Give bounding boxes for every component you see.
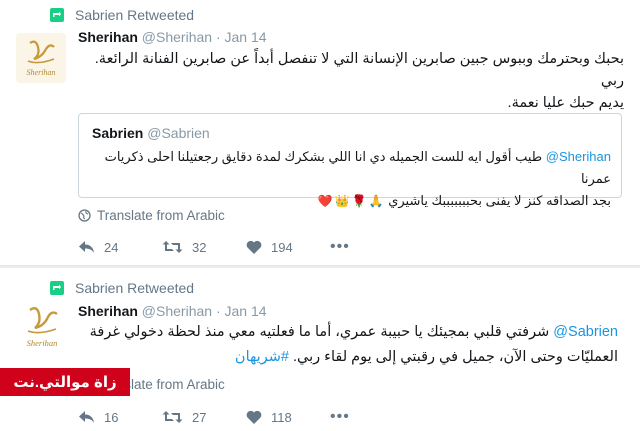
- more-dots-icon: •••: [330, 408, 350, 425]
- tweet-text-line: بحبك وبحترمك وببوس جبين صابرين الإنسانة …: [94, 51, 624, 89]
- more-dots-icon: •••: [330, 238, 350, 255]
- tweet-text-line: يديم حبك عليا نعمة.: [507, 95, 624, 111]
- retweet-context: Sabrien Retweeted: [50, 280, 194, 296]
- tweet-actions: 16 27 118 •••: [78, 408, 354, 426]
- tweet-text-line: العمليّات وحتى الآن، جميل في رقبتي إلى ي…: [292, 349, 618, 365]
- crown-emoji-icon: 👑: [334, 194, 350, 208]
- retweet-label[interactable]: Sabrien Retweeted: [75, 280, 194, 296]
- author-handle[interactable]: @Sherihan: [142, 303, 212, 319]
- quoted-text-line: طيب أقول ايه للست الجميله دي انا اللي بش…: [104, 149, 611, 186]
- reply-count: 24: [104, 239, 119, 255]
- avatar[interactable]: Sherihan: [16, 33, 66, 83]
- reply-button[interactable]: 16: [78, 410, 162, 425]
- reply-icon: [79, 411, 94, 423]
- svg-text:Sherihan: Sherihan: [27, 68, 56, 77]
- tweet-text: بحبك وبحترمك وببوس جبين صابرين الإنسانة …: [78, 48, 624, 114]
- author-handle[interactable]: @Sherihan: [142, 29, 212, 45]
- heart-icon: [246, 410, 262, 424]
- heart-icon: [246, 240, 262, 254]
- reply-icon: [79, 241, 94, 253]
- quoted-author-name: Sabrien: [92, 125, 144, 141]
- pray-emoji-icon: 🙏: [368, 194, 384, 208]
- retweet-badge-icon: [50, 281, 64, 295]
- like-count: 194: [271, 239, 293, 255]
- translate-link[interactable]: Translate from Arabic: [78, 208, 225, 223]
- retweet-count: 32: [192, 239, 207, 255]
- more-button[interactable]: •••: [330, 408, 354, 426]
- retweet-icon: [162, 411, 183, 423]
- mention-link[interactable]: @Sabrien: [553, 324, 618, 340]
- watermark-banner: زاة موالتي.نت: [0, 368, 130, 396]
- quoted-text-line: بجد الصداقه كنز لا يفنى بحبببببببك ياشير…: [388, 193, 611, 208]
- quoted-author-handle: @Sabrien: [147, 125, 210, 141]
- tweet[interactable]: Sabrien Retweeted Sherihan Sherihan @She…: [0, 0, 640, 266]
- retweet-context: Sabrien Retweeted: [50, 7, 194, 23]
- reply-button[interactable]: 24: [78, 240, 162, 255]
- sherihan-logo-icon: Sherihan: [27, 307, 58, 348]
- tweet-text-line: شرفتي قلبي بمجيئك يا حبيبة عمري، أما ما …: [89, 324, 550, 340]
- like-count: 118: [271, 409, 292, 425]
- quoted-tweet-text: @Sherihan طيب أقول ايه للست الجميله دي ا…: [99, 146, 611, 212]
- retweet-button[interactable]: 27: [162, 410, 246, 425]
- translate-label[interactable]: Translate from Arabic: [97, 208, 225, 223]
- svg-text:Sherihan: Sherihan: [27, 338, 58, 348]
- quoted-tweet-header: Sabrien @Sabrien: [92, 125, 210, 141]
- rose-emoji-icon: 🌹: [351, 194, 367, 208]
- tweet-text: @Sabrien شرفتي قلبي بمجيئك يا حبيبة عمري…: [78, 320, 618, 370]
- reply-count: 16: [104, 409, 119, 425]
- tweet[interactable]: Sabrien Retweeted Sherihan Sherihan @She…: [0, 268, 640, 431]
- retweet-button[interactable]: 32: [162, 240, 246, 255]
- hashtag-link[interactable]: #شريهان: [235, 349, 289, 365]
- more-button[interactable]: •••: [330, 238, 354, 256]
- tweet-date[interactable]: · Jan 14: [216, 29, 267, 45]
- retweet-label[interactable]: Sabrien Retweeted: [75, 7, 194, 23]
- tweet-date[interactable]: · Jan 14: [216, 303, 267, 319]
- retweet-icon: [162, 241, 183, 253]
- like-button[interactable]: 194: [246, 240, 330, 255]
- watermark-text: زاة موالتي.نت: [13, 374, 117, 391]
- retweet-badge-icon: [50, 8, 64, 22]
- tweet-actions: 24 32 194 •••: [78, 238, 354, 256]
- heart-emoji-icon: ❤️: [317, 194, 333, 208]
- globe-icon: [78, 209, 91, 222]
- retweet-count: 27: [192, 409, 207, 425]
- tweet-header: Sherihan @Sherihan · Jan 14: [78, 303, 267, 319]
- tweet-header: Sherihan @Sherihan · Jan 14: [78, 29, 267, 45]
- author-name[interactable]: Sherihan: [78, 29, 138, 45]
- like-button[interactable]: 118: [246, 410, 330, 425]
- avatar[interactable]: Sherihan: [14, 298, 70, 356]
- mention-link[interactable]: @Sherihan: [546, 149, 611, 164]
- author-name[interactable]: Sherihan: [78, 303, 138, 319]
- quoted-tweet[interactable]: Sabrien @Sabrien @Sherihan طيب أقول ايه …: [78, 113, 622, 208]
- sherihan-logo-icon: Sherihan: [27, 40, 56, 77]
